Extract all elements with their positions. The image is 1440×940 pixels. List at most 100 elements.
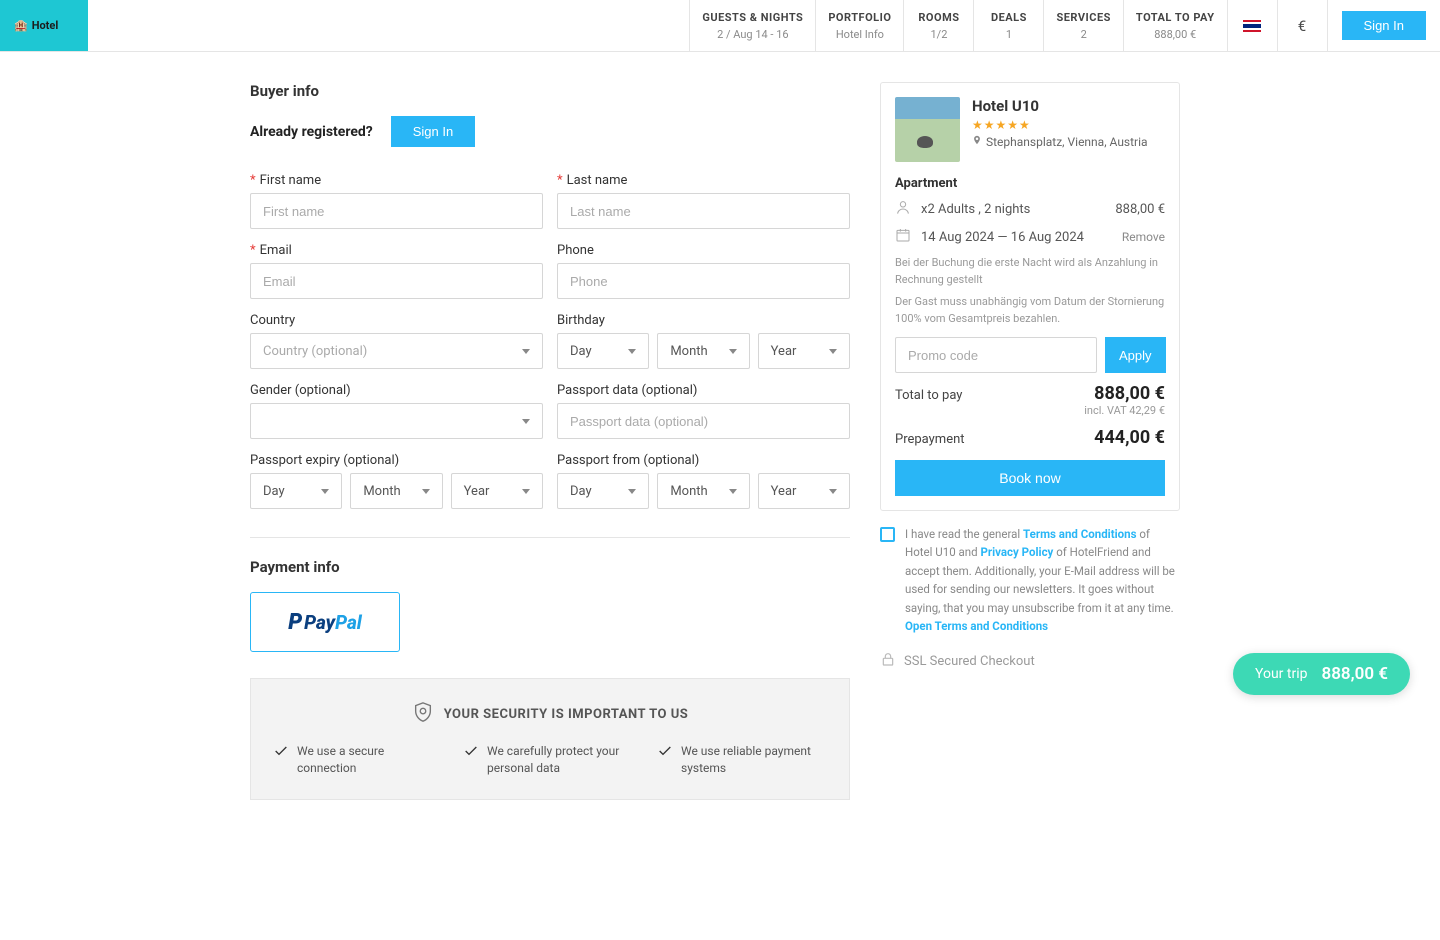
paypal-option[interactable]: P PayPal	[250, 592, 400, 652]
nav-value: 2	[1081, 28, 1087, 41]
field-last-name: *Last name	[557, 173, 850, 229]
last-name-input[interactable]	[557, 193, 850, 229]
birthday-year-select[interactable]: Year	[758, 333, 850, 369]
paypal-text-1: Pay	[304, 611, 335, 634]
passport-expiry-triple: Day Month Year	[250, 473, 543, 509]
promo-row: Apply	[895, 337, 1165, 373]
signin-inline-button[interactable]: Sign In	[391, 116, 475, 147]
apply-button[interactable]: Apply	[1105, 337, 1166, 373]
nav-services[interactable]: SERVICES 2	[1043, 0, 1122, 51]
nav-label: ROOMS	[918, 11, 959, 24]
gender-select[interactable]	[250, 403, 543, 439]
field-first-name: *First name	[250, 173, 543, 229]
promo-input[interactable]	[895, 337, 1097, 373]
security-text-1: We use a secure connection	[297, 743, 439, 777]
label-passport-data: Passport data (optional)	[557, 383, 850, 398]
nav-deals[interactable]: DEALS 1	[973, 0, 1043, 51]
pill-label: Your trip	[1255, 666, 1307, 682]
form-column: Buyer info Already registered? Sign In *…	[250, 82, 850, 800]
terms-link[interactable]: Terms and Conditions	[1023, 527, 1136, 541]
security-columns: We use a secure connection We carefully …	[273, 743, 827, 777]
email-input[interactable]	[250, 263, 543, 299]
lock-icon	[880, 651, 896, 671]
uk-flag-icon	[1243, 20, 1261, 32]
from-month-select[interactable]: Month	[657, 473, 749, 509]
nav-portfolio[interactable]: PORTFOLIO Hotel Info	[815, 0, 903, 51]
nav-rooms[interactable]: ROOMS 1/2	[903, 0, 973, 51]
already-registered-row: Already registered? Sign In	[250, 116, 850, 147]
logo[interactable]: 🏨 Hotel	[0, 0, 88, 51]
from-day-select[interactable]: Day	[557, 473, 649, 509]
chevron-down-icon	[522, 489, 530, 494]
terms-checkbox[interactable]	[880, 527, 895, 542]
policy-text-2: Der Gast muss unabhängig vom Datum der S…	[895, 294, 1165, 327]
expiry-year-select[interactable]: Year	[451, 473, 543, 509]
passport-data-input[interactable]	[557, 403, 850, 439]
terms-block: I have read the general Terms and Condit…	[880, 525, 1180, 635]
already-registered-label: Already registered?	[250, 124, 373, 140]
nav-value: 1	[1006, 28, 1012, 41]
label-birthday: Birthday	[557, 313, 850, 328]
phone-input[interactable]	[557, 263, 850, 299]
from-year-select[interactable]: Year	[758, 473, 850, 509]
expiry-day-select[interactable]: Day	[250, 473, 342, 509]
nav-label: DEALS	[991, 11, 1027, 24]
label-passport-from: Passport from (optional)	[557, 453, 850, 468]
country-select[interactable]: Country (optional)	[250, 333, 543, 369]
chevron-down-icon	[522, 419, 530, 424]
prepayment-amount: 444,00 €	[1094, 427, 1165, 448]
birthday-day-select[interactable]: Day	[557, 333, 649, 369]
page: Buyer info Already registered? Sign In *…	[0, 52, 1440, 940]
hotel-meta: Hotel U10 ★★★★★ Stephansplatz, Vienna, A…	[972, 97, 1148, 162]
paypal-p-icon: P	[288, 610, 302, 635]
country-select-text: Country (optional)	[263, 344, 367, 359]
guests-price: 888,00 €	[1115, 202, 1165, 217]
remove-link[interactable]: Remove	[1122, 230, 1165, 244]
dates-line: 14 Aug 2024 — 16 Aug 2024 Remove	[895, 227, 1165, 247]
nav-value: 2 / Aug 14 - 16	[717, 28, 789, 41]
label-last-name: *Last name	[557, 173, 850, 188]
field-passport-from: Passport from (optional) Day Month Year	[557, 453, 850, 509]
label-gender: Gender (optional)	[250, 383, 543, 398]
book-now-button[interactable]: Book now	[895, 460, 1165, 496]
total-label: Total to pay	[895, 388, 962, 403]
signin-cell: Sign In	[1327, 0, 1440, 51]
field-gender: Gender (optional)	[250, 383, 543, 439]
label-first-name: *First name	[250, 173, 543, 188]
language-selector[interactable]	[1227, 0, 1277, 51]
nav-total[interactable]: TOTAL TO PAY 888,00 €	[1123, 0, 1227, 51]
birthday-month-select[interactable]: Month	[657, 333, 749, 369]
payment-info-title: Payment info	[250, 558, 850, 576]
nav-guests-nights[interactable]: GUESTS & NIGHTS 2 / Aug 14 - 16	[689, 0, 815, 51]
ssl-row: SSL Secured Checkout	[880, 651, 1180, 671]
security-col-1: We use a secure connection	[273, 743, 439, 777]
privacy-link[interactable]: Privacy Policy	[980, 545, 1053, 559]
chevron-down-icon	[729, 489, 737, 494]
paypal-logo-text: PayPal	[304, 611, 362, 634]
nav-value: 1/2	[930, 28, 947, 41]
your-trip-pill[interactable]: Your trip 888,00 €	[1233, 653, 1410, 695]
prepayment-label: Prepayment	[895, 432, 965, 447]
label-phone: Phone	[557, 243, 850, 258]
person-icon	[895, 199, 911, 219]
total-amount: 888,00 €	[1094, 383, 1165, 404]
field-passport-data: Passport data (optional)	[557, 383, 850, 439]
dates-text: 14 Aug 2024 — 16 Aug 2024	[921, 230, 1084, 245]
security-text-3: We use reliable payment systems	[681, 743, 827, 777]
nav-label: GUESTS & NIGHTS	[702, 11, 803, 24]
expiry-month-select[interactable]: Month	[350, 473, 442, 509]
currency-selector[interactable]: €	[1277, 0, 1327, 51]
security-title: YOUR SECURITY IS IMPORTANT TO US	[444, 707, 689, 722]
signin-button[interactable]: Sign In	[1342, 11, 1426, 40]
chevron-down-icon	[522, 349, 530, 354]
security-header: YOUR SECURITY IS IMPORTANT TO US	[273, 701, 827, 727]
security-col-2: We carefully protect your personal data	[463, 743, 633, 777]
open-terms-link[interactable]: Open Terms and Conditions	[905, 619, 1048, 633]
security-text-2: We carefully protect your personal data	[487, 743, 633, 777]
security-col-3: We use reliable payment systems	[657, 743, 827, 777]
first-name-input[interactable]	[250, 193, 543, 229]
calendar-icon	[895, 227, 911, 247]
check-icon	[273, 743, 289, 777]
hotel-name: Hotel U10	[972, 97, 1148, 115]
guests-line: x2 Adults , 2 nights 888,00 €	[895, 199, 1165, 219]
